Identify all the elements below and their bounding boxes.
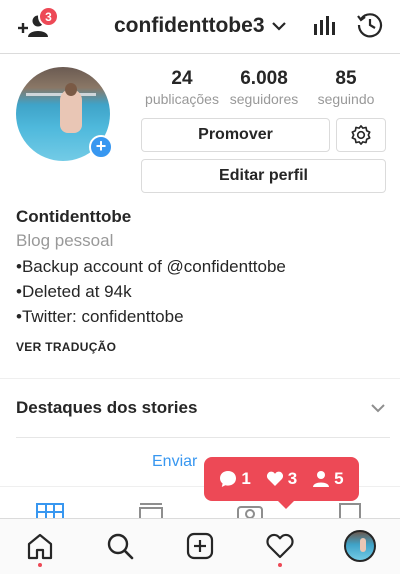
toast-follows-count: 5 [334, 469, 344, 488]
bottom-nav [0, 518, 400, 574]
gear-icon [351, 125, 371, 145]
nav-new-post[interactable] [183, 529, 217, 563]
stat-following[interactable]: 85 seguindo [311, 68, 381, 108]
comment-icon [220, 471, 237, 487]
nav-home[interactable] [23, 529, 57, 563]
insights-icon[interactable] [312, 14, 336, 36]
profile-avatar-icon [344, 530, 376, 562]
nav-profile[interactable] [343, 529, 377, 563]
stat-posts-count: 24 [171, 68, 193, 89]
account-switcher[interactable]: confidenttobe3 [114, 13, 287, 39]
toast-follows: 5 [312, 469, 344, 489]
nav-home-dot [38, 563, 42, 567]
nav-activity-dot [278, 563, 282, 567]
bio-line: •Deleted at 94k [16, 282, 132, 301]
tagged-camera-icon[interactable] [236, 500, 264, 520]
top-bar: 3 confidenttobe3 [0, 0, 400, 54]
feed-list-icon[interactable] [137, 500, 165, 520]
divider [16, 437, 390, 438]
history-icon[interactable] [356, 11, 384, 39]
stat-following-count: 85 [335, 68, 357, 89]
saved-icon[interactable] [336, 500, 364, 520]
notification-badge: 3 [38, 6, 59, 27]
bio-line: •Backup account of @confidenttobe [16, 257, 286, 276]
edit-profile-button[interactable]: Editar perfil [141, 159, 386, 193]
search-icon [107, 533, 134, 560]
activity-toast[interactable]: 1 3 5 [204, 457, 359, 509]
story-highlights-title[interactable]: Destaques dos stories [16, 398, 197, 418]
stat-posts-label: publicações [145, 91, 219, 107]
bio: •Backup account of @confidenttobe •Delet… [16, 254, 286, 329]
divider [0, 378, 400, 379]
see-translation-link[interactable]: VER TRADUÇÃO [16, 340, 116, 354]
stat-followers[interactable]: 6.008 seguidores [224, 68, 304, 108]
toast-likes-count: 3 [287, 469, 298, 488]
heart-icon [266, 471, 283, 486]
chevron-down-icon[interactable] [370, 403, 386, 414]
stat-posts[interactable]: 24 publicações [141, 68, 223, 108]
add-story-plus-icon[interactable]: + [89, 135, 113, 159]
username: confidenttobe3 [114, 14, 265, 37]
heart-icon [266, 533, 294, 559]
nav-activity[interactable] [263, 529, 297, 563]
profile-category: Blog pessoal [16, 231, 114, 250]
stat-following-label: seguindo [317, 91, 375, 107]
home-icon [27, 533, 53, 560]
toast-comments-count: 1 [241, 469, 251, 488]
bio-line: •Twitter: confidenttobe [16, 307, 184, 326]
send-link[interactable]: Enviar [152, 453, 197, 471]
nav-search[interactable] [103, 529, 137, 563]
chevron-down-icon [271, 22, 286, 31]
toast-likes: 3 [266, 469, 297, 489]
toast-comments: 1 [219, 469, 251, 489]
grid-icon[interactable] [36, 500, 64, 520]
plus-square-icon [186, 532, 214, 560]
person-icon [313, 471, 330, 487]
settings-button[interactable] [336, 118, 386, 152]
stat-followers-count: 6.008 [240, 68, 288, 89]
stat-followers-label: seguidores [229, 91, 299, 107]
profile-name: Contidenttobe [16, 207, 132, 226]
profile-avatar[interactable]: + [16, 67, 113, 161]
promote-button[interactable]: Promover [141, 118, 330, 152]
